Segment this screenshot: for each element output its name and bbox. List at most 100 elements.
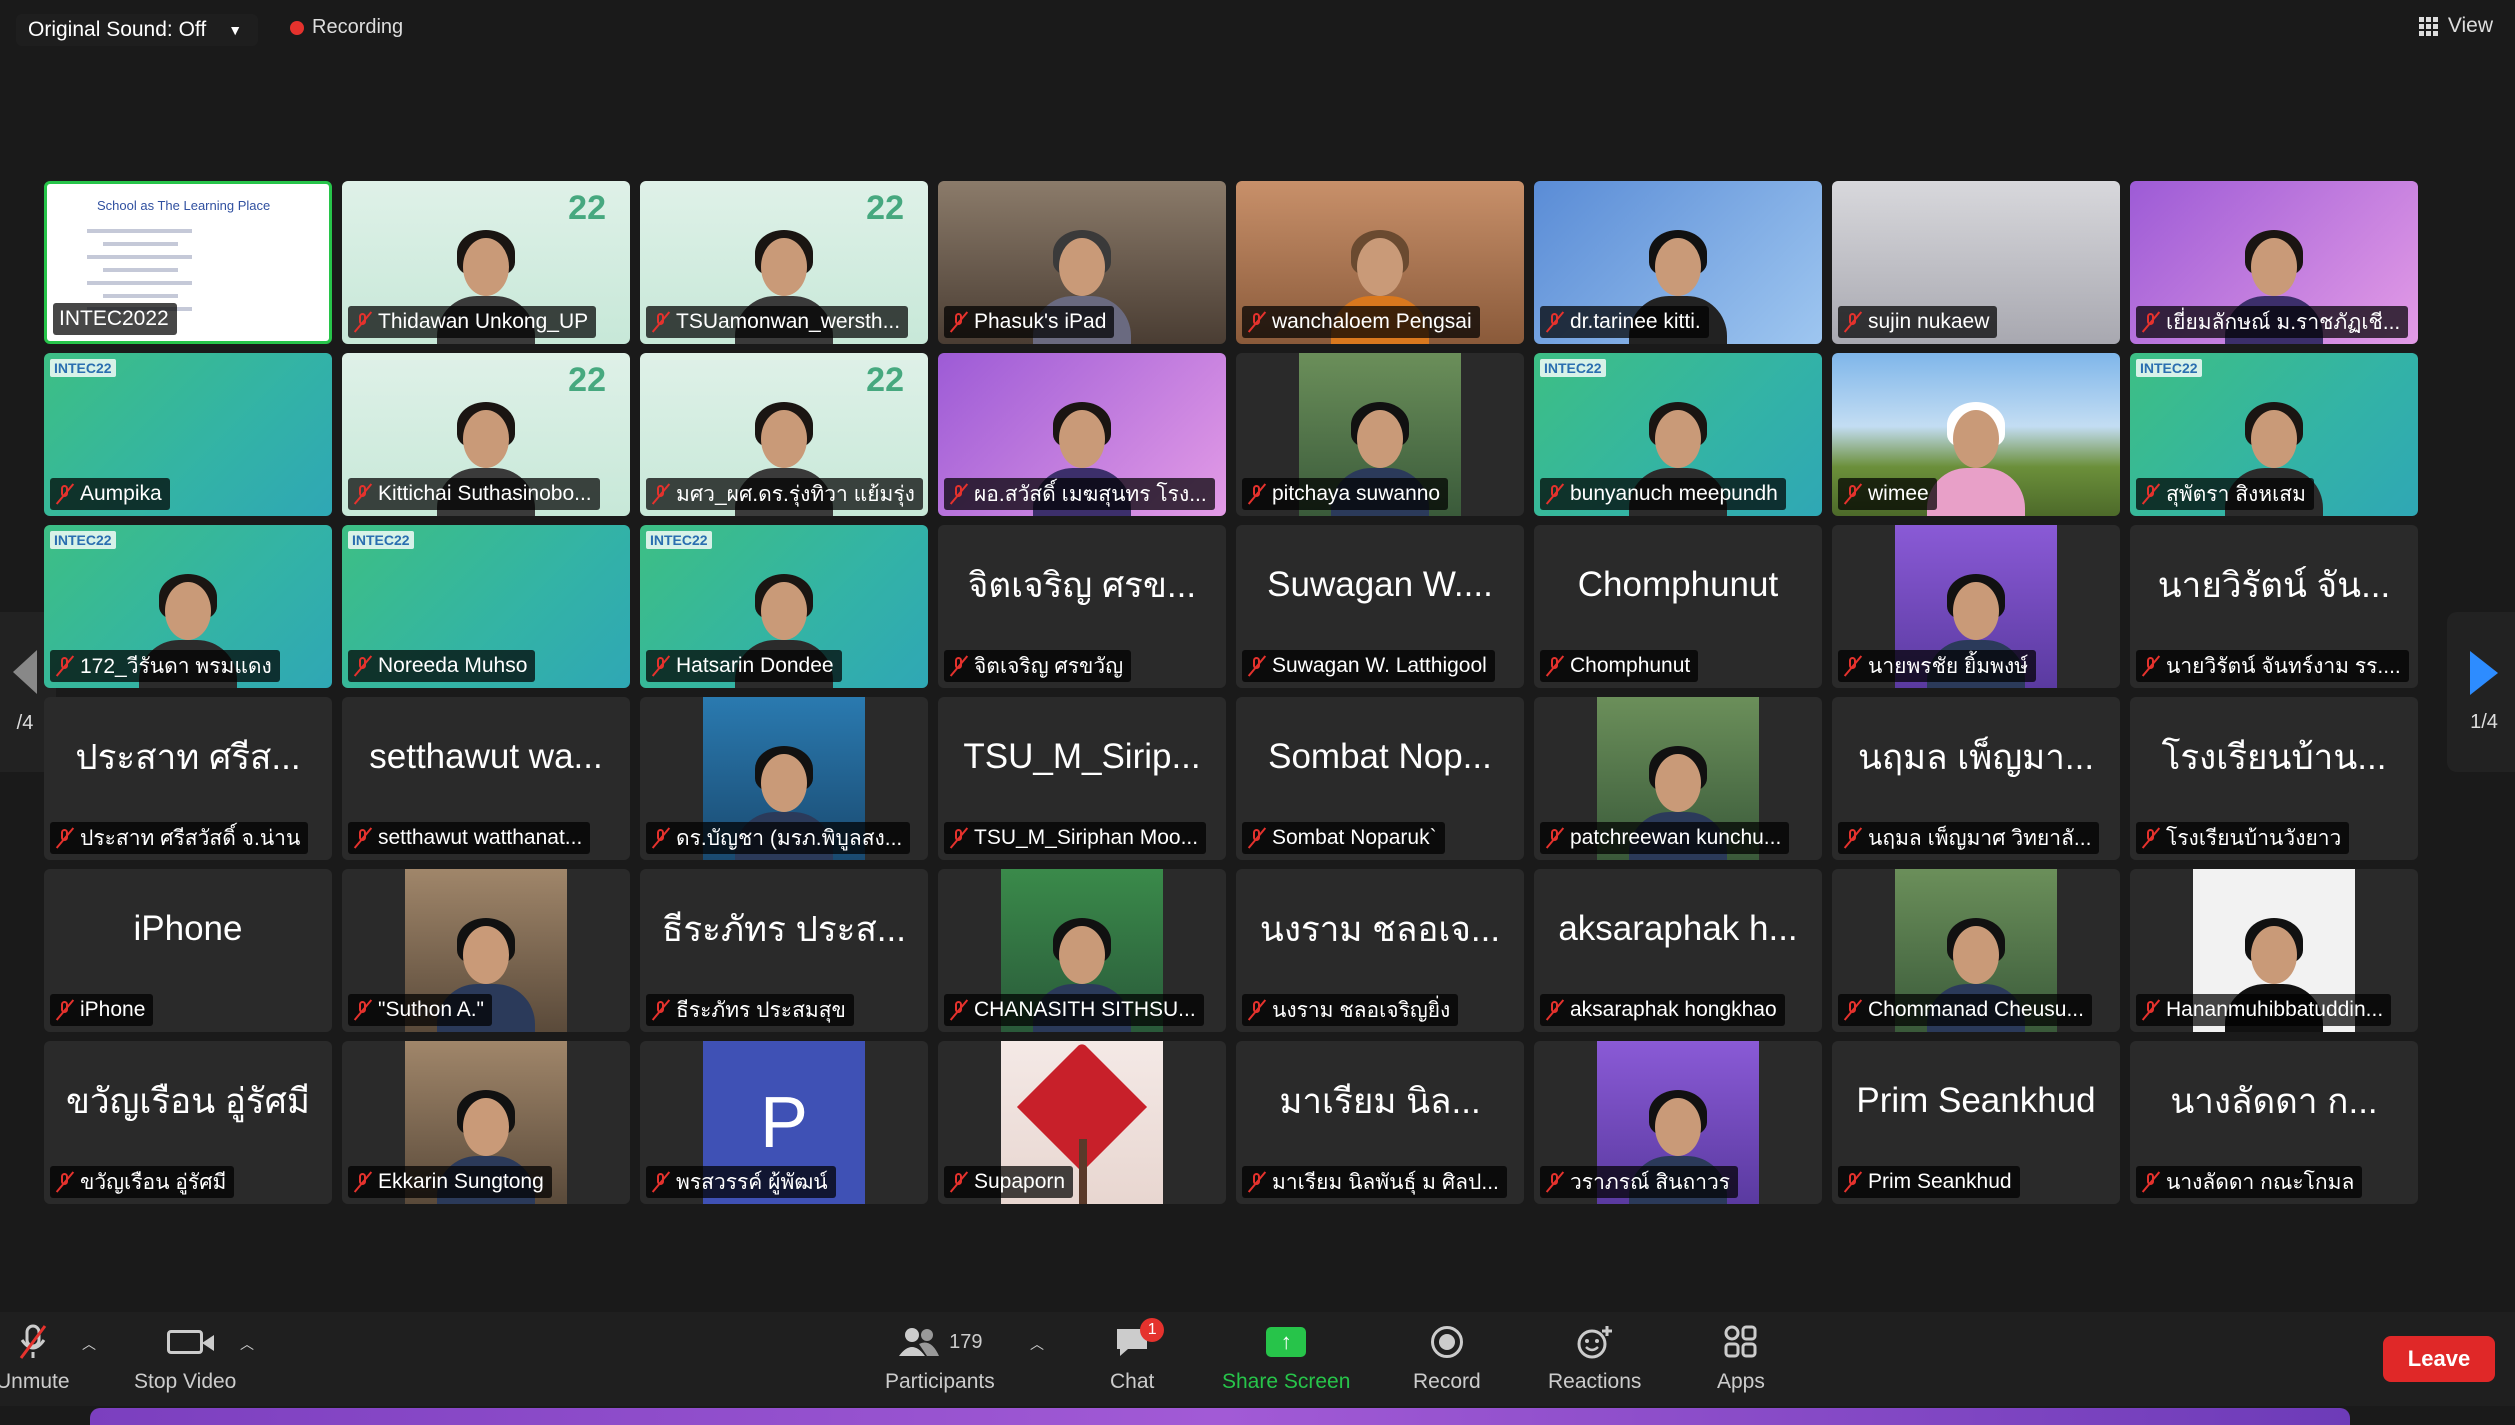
- participant-tile[interactable]: เยี่ยมลักษณ์ ม.ราชภัฏเชี...: [2130, 181, 2418, 344]
- participant-tile[interactable]: ดร.บัญชา (มรภ.พิบูลสง...: [640, 697, 928, 860]
- microphone-muted-icon: [56, 1171, 74, 1193]
- microphone-muted-icon: [56, 655, 74, 677]
- participant-display-name: Chomphunut: [1577, 565, 1779, 604]
- reactions-button[interactable]: Reactions: [1548, 1324, 1641, 1394]
- participant-tile[interactable]: 22 Kittichai Suthasinobo...: [342, 353, 630, 516]
- microphone-muted-icon: [354, 483, 372, 505]
- participant-tile[interactable]: INTEC22 Hatsarin Dondee: [640, 525, 928, 688]
- participant-tile[interactable]: INTEC22 Aumpika: [44, 353, 332, 516]
- participant-tile[interactable]: วราภรณ์ สินถาวร: [1534, 1041, 1822, 1204]
- participant-tile[interactable]: wanchaloem Pengsai: [1236, 181, 1524, 344]
- participant-name-label: ดร.บัญชา (มรภ.พิบูลสง...: [646, 822, 911, 854]
- apps-button[interactable]: Apps: [1717, 1324, 1765, 1394]
- shared-slide-title: School as The Learning Place: [97, 198, 271, 213]
- participant-tile[interactable]: School as The Learning Place INTEC2022: [44, 181, 332, 344]
- participant-tile[interactable]: INTEC22 Noreeda Muhso: [342, 525, 630, 688]
- participant-tile[interactable]: dr.tarinee kitti.: [1534, 181, 1822, 344]
- participant-tile[interactable]: iPhone iPhone: [44, 869, 332, 1032]
- participant-name-label: patchreewan kunchu...: [1540, 822, 1790, 854]
- record-button[interactable]: Record: [1413, 1324, 1481, 1394]
- microphone-muted-icon: [354, 999, 372, 1021]
- participant-tile[interactable]: sujin nukaew: [1832, 181, 2120, 344]
- participant-name-label: setthawut watthanat...: [348, 822, 591, 854]
- participant-tile[interactable]: INTEC22 bunyanuch meepundh: [1534, 353, 1822, 516]
- participant-tile[interactable]: setthawut wa... setthawut watthanat...: [342, 697, 630, 860]
- participant-tile[interactable]: นฤมล เพ็ญมา... นฤมล เพ็ญมาศ วิทยาลั...: [1832, 697, 2120, 860]
- stop-video-button[interactable]: Stop Video: [134, 1324, 236, 1394]
- participant-tile[interactable]: aksaraphak h... aksaraphak hongkhao: [1534, 869, 1822, 1032]
- participant-name-label: นายวิรัตน์ จันทร์งาม รร....: [2136, 650, 2409, 682]
- reactions-label: Reactions: [1548, 1370, 1642, 1393]
- participant-name-label: มศว_ผศ.ดร.รุ่งทิวา แย้มรุ่ง: [646, 478, 923, 510]
- participant-name-label: INTEC2022: [53, 303, 177, 335]
- unmute-button[interactable]: Unmute: [0, 1324, 70, 1394]
- participants-options-chevron-icon[interactable]: ︿: [1030, 1334, 1044, 1354]
- participant-name: สุพัตรา สิงหเสม: [2166, 482, 2306, 506]
- participant-tile[interactable]: ผอ.สวัสดิ์ เมฆสุนทร โรง...: [938, 353, 1226, 516]
- participants-count: 179: [949, 1330, 983, 1353]
- participant-name: Kittichai Suthasinobo...: [378, 482, 592, 505]
- participant-display-name: TSU_M_Sirip...: [963, 737, 1201, 776]
- participant-tile[interactable]: 22 TSUamonwan_wersth...: [640, 181, 928, 344]
- participant-tile[interactable]: นงราม ชลอเจ... นงราม ชลอเจริญยิ่ง: [1236, 869, 1524, 1032]
- recording-dot-icon: [290, 20, 304, 35]
- participant-tile[interactable]: Supaporn: [938, 1041, 1226, 1204]
- participant-tile[interactable]: "Suthon A.": [342, 869, 630, 1032]
- participant-tile[interactable]: INTEC22 สุพัตรา สิงหเสม: [2130, 353, 2418, 516]
- participants-label: Participants: [885, 1370, 995, 1393]
- participant-display-name: นฤมล เพ็ญมา...: [1857, 737, 2095, 777]
- participant-display-name: ธีระภัทร ประส...: [662, 909, 906, 949]
- original-sound-toggle[interactable]: Original Sound: Off ▼: [16, 14, 259, 46]
- participant-tile[interactable]: ธีระภัทร ประส... ธีระภัทร ประสมสุข: [640, 869, 928, 1032]
- participant-name-label: จิตเจริญ ศรขวัญ: [944, 650, 1132, 682]
- participant-tile[interactable]: จิตเจริญ ศรข... จิตเจริญ ศรขวัญ: [938, 525, 1226, 688]
- participant-name: Supaporn: [974, 1170, 1066, 1193]
- participant-tile[interactable]: wimee: [1832, 353, 2120, 516]
- participant-tile[interactable]: Ekkarin Sungtong: [342, 1041, 630, 1204]
- chat-button[interactable]: 1 Chat: [1110, 1318, 1165, 1394]
- participant-tile[interactable]: Suwagan W.... Suwagan W. Latthigool: [1236, 525, 1524, 688]
- audio-options-chevron-icon[interactable]: ︿: [82, 1334, 96, 1354]
- microphone-muted-icon: [1248, 483, 1266, 505]
- participant-tile[interactable]: Hananmuhibbatuddin...: [2130, 869, 2418, 1032]
- participant-tile[interactable]: Prim Seankhud Prim Seankhud: [1832, 1041, 2120, 1204]
- participant-name-label: 172_วีรันดา พรมแดง: [50, 650, 280, 682]
- participant-tile[interactable]: INTEC22 172_วีรันดา พรมแดง: [44, 525, 332, 688]
- view-button[interactable]: View: [2418, 14, 2493, 38]
- participant-tile[interactable]: CHANASITH SITHSU...: [938, 869, 1226, 1032]
- recording-label: Recording: [312, 16, 404, 38]
- participant-tile[interactable]: patchreewan kunchu...: [1534, 697, 1822, 860]
- participant-tile[interactable]: Chomphunut Chomphunut: [1534, 525, 1822, 688]
- participant-tile[interactable]: 22 มศว_ผศ.ดร.รุ่งทิวา แย้มรุ่ง: [640, 353, 928, 516]
- arrow-right-icon: [2470, 650, 2498, 695]
- participant-display-name: นางลัดดา ก...: [2170, 1081, 2378, 1121]
- participant-tile[interactable]: นางลัดดา ก... นางลัดดา กณะโกมล: [2130, 1041, 2418, 1204]
- leave-button[interactable]: Leave: [2383, 1336, 2495, 1382]
- participant-tile[interactable]: ขวัญเรือน อู่รัศมี ขวัญเรือน อู่รัศมี: [44, 1041, 332, 1204]
- chevron-down-icon[interactable]: ▼: [228, 22, 242, 38]
- participant-tile[interactable]: โรงเรียนบ้าน... โรงเรียนบ้านวังยาว: [2130, 697, 2418, 860]
- microphone-muted-icon: [354, 311, 372, 333]
- share-screen-button[interactable]: ↑ Share Screen: [1222, 1324, 1350, 1394]
- participant-tile[interactable]: Chommanad Cheusu...: [1832, 869, 2120, 1032]
- participant-name-label: pitchaya suwanno: [1242, 478, 1449, 510]
- virtual-background-logo: INTEC22: [1540, 359, 1606, 377]
- participant-tile[interactable]: Phasuk's iPad: [938, 181, 1226, 344]
- participant-tile[interactable]: Sombat Nop... Sombat Noparuk`: [1236, 697, 1524, 860]
- participant-tile[interactable]: นายวิรัตน์ จัน... นายวิรัตน์ จันทร์งาม รร…: [2130, 525, 2418, 688]
- participant-tile[interactable]: ประสาท ศรีส... ประสาท ศรีสวัสดิ์ จ.น่าน: [44, 697, 332, 860]
- virtual-background-logo: INTEC22: [50, 359, 116, 377]
- participant-tile[interactable]: นายพรชัย ยิ้มพงษ์: [1832, 525, 2120, 688]
- page-indicator-right: 1/4: [2470, 710, 2498, 733]
- microphone-muted-icon: [950, 483, 968, 505]
- participants-button[interactable]: 179 Participants: [885, 1324, 995, 1394]
- participant-tile[interactable]: TSU_M_Sirip... TSU_M_Siriphan Moo...: [938, 697, 1226, 860]
- participant-tile[interactable]: 22 Thidawan Unkong_UP: [342, 181, 630, 344]
- next-page-button[interactable]: 1/4: [2447, 612, 2515, 772]
- video-options-chevron-icon[interactable]: ︿: [240, 1334, 254, 1354]
- participant-tile[interactable]: มาเรียม นิล... มาเรียม นิลพันธุ์ ม ศิลป..…: [1236, 1041, 1524, 1204]
- participant-tile[interactable]: P พรสวรรค์ ผู้พัฒน์: [640, 1041, 928, 1204]
- participant-tile[interactable]: pitchaya suwanno: [1236, 353, 1524, 516]
- microphone-muted-icon: [950, 1171, 968, 1193]
- participant-name: พรสวรรค์ ผู้พัฒน์: [676, 1170, 828, 1194]
